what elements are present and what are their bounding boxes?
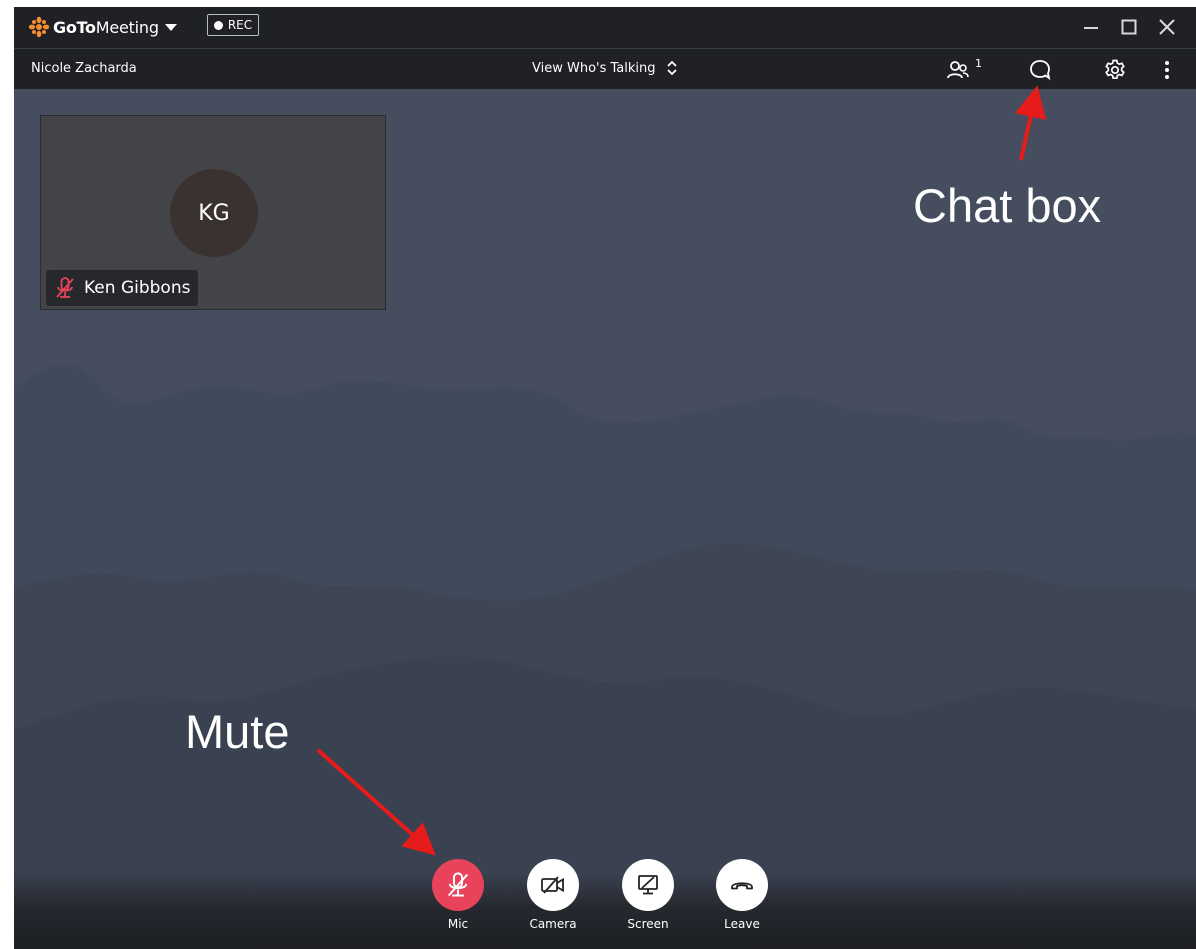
- camera-label: Camera: [529, 917, 577, 931]
- mute-annotation: Mute: [185, 705, 290, 758]
- record-button[interactable]: REC: [207, 14, 259, 36]
- logo-text-goto: GoTo: [53, 17, 96, 37]
- gotomeeting-window: GoTo Meeting REC Nicole Zacharda View Who…: [14, 7, 1196, 949]
- record-label: REC: [227, 18, 253, 32]
- mic-label: Mic: [447, 917, 469, 931]
- mic-button[interactable]: [432, 859, 484, 911]
- maximize-button[interactable]: [1118, 16, 1140, 38]
- avatar: KG: [170, 169, 258, 257]
- mic-muted-icon: [56, 277, 74, 298]
- people-icon: [947, 61, 969, 79]
- title-bar: GoTo Meeting REC: [14, 7, 1196, 48]
- kebab-menu-icon: [1165, 61, 1169, 79]
- settings-button[interactable]: [1102, 57, 1128, 83]
- close-button[interactable]: [1156, 16, 1178, 38]
- organizer-name: Nicole Zacharda: [31, 61, 137, 76]
- camera-control[interactable]: Camera: [513, 859, 593, 931]
- chat-box-annotation: Chat box: [913, 179, 1102, 232]
- more-options-button[interactable]: [1154, 57, 1180, 83]
- meeting-toolbar: Nicole Zacharda View Who's Talking 1: [14, 49, 1196, 89]
- mic-control[interactable]: Mic: [418, 859, 498, 931]
- caret-down-icon: [164, 23, 177, 31]
- record-dot-icon: [213, 20, 223, 30]
- view-mode-label: View Who's Talking: [532, 60, 656, 76]
- screen-label: Screen: [627, 917, 669, 931]
- view-mode-selector[interactable]: View Who's Talking: [532, 59, 678, 77]
- leave-label: Leave: [724, 917, 760, 931]
- minimize-button[interactable]: [1080, 16, 1102, 38]
- camera-button[interactable]: [527, 859, 579, 911]
- chat-bubble-icon: [1030, 60, 1051, 81]
- participants-count: 1: [975, 57, 982, 70]
- hang-up-icon: [731, 882, 753, 890]
- app-menu[interactable]: GoTo Meeting: [28, 15, 177, 39]
- camera-off-icon: [541, 876, 564, 894]
- logo-text-meeting: Meeting: [95, 17, 159, 37]
- up-down-chevron-icon: [666, 60, 677, 76]
- gotomeeting-logo-icon: [28, 16, 50, 38]
- chat-button[interactable]: [1027, 57, 1053, 83]
- participant-name: Ken Gibbons: [84, 278, 191, 298]
- close-icon: [1159, 19, 1175, 35]
- window-controls: [1080, 16, 1178, 38]
- participant-name-plate: Ken Gibbons: [46, 270, 199, 306]
- minimize-icon: [1084, 27, 1098, 29]
- screen-control[interactable]: Screen: [608, 859, 688, 931]
- maximize-icon: [1121, 19, 1137, 35]
- screen-button[interactable]: [622, 859, 674, 911]
- participants-button[interactable]: [945, 57, 971, 83]
- mic-off-icon: [447, 872, 469, 897]
- screen-share-off-icon: [638, 875, 658, 895]
- leave-button[interactable]: [716, 859, 768, 911]
- leave-control[interactable]: Leave: [702, 859, 782, 931]
- control-bar: [14, 873, 1196, 949]
- participant-tile[interactable]: KG Ken Gibbons: [40, 115, 386, 310]
- gear-icon: [1105, 59, 1125, 80]
